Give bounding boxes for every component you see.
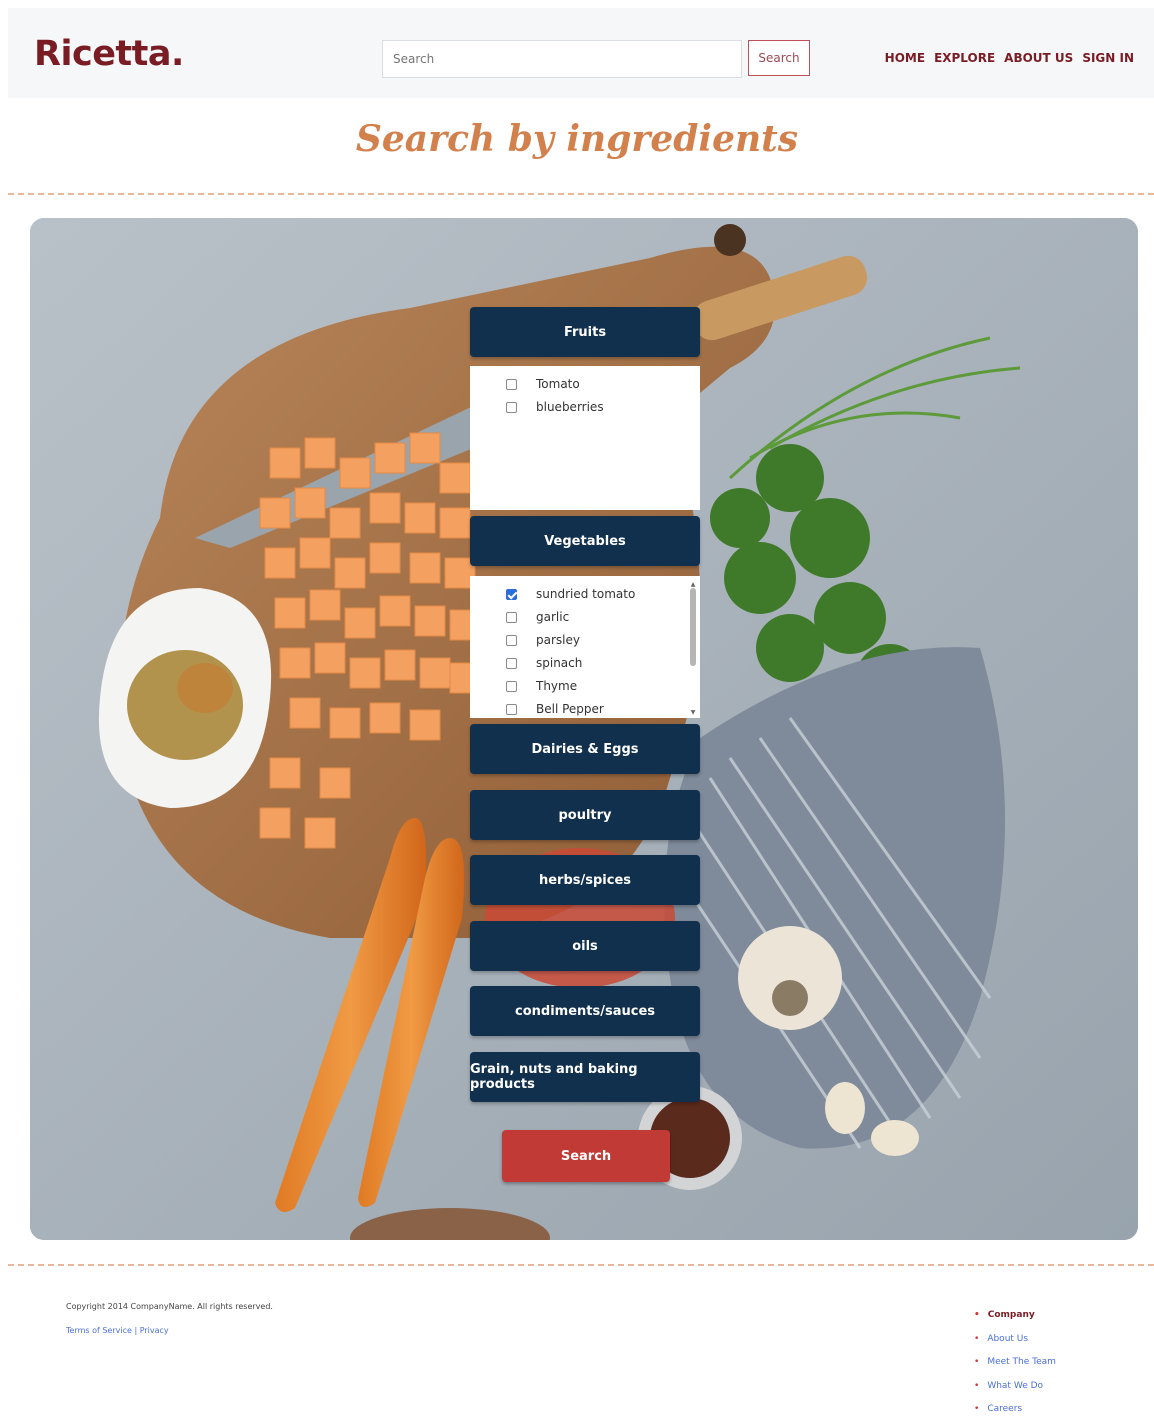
copyright-text: Copyright 2014 CompanyName. All rights r…: [66, 1302, 273, 1311]
ingredient-option[interactable]: Thyme: [506, 678, 577, 694]
scroll-thumb[interactable]: [690, 588, 696, 666]
category-grain-nuts-baking-button[interactable]: Grain, nuts and baking products: [470, 1052, 700, 1102]
ingredient-option[interactable]: sundried tomato: [506, 586, 635, 602]
fruits-list-panel: Tomato blueberries: [470, 366, 700, 510]
nav-about-us[interactable]: ABOUT US: [1004, 51, 1073, 65]
nav-home[interactable]: HOME: [885, 51, 925, 65]
ingredient-label: Tomato: [536, 377, 580, 391]
checkbox[interactable]: [506, 680, 517, 692]
ingredient-option[interactable]: Tomato: [506, 376, 580, 392]
bottom-divider: [8, 1264, 1154, 1266]
category-vegetables-button[interactable]: Vegetables: [470, 516, 700, 566]
nav-sign-in[interactable]: SIGN IN: [1082, 51, 1134, 65]
checkbox[interactable]: [506, 378, 517, 390]
ingredient-label: sundried tomato: [536, 587, 636, 601]
nav-explore[interactable]: EXPLORE: [934, 51, 995, 65]
ingredient-option[interactable]: spinach: [506, 655, 582, 671]
category-herbs-spices-button[interactable]: herbs/spices: [470, 855, 700, 905]
category-dairies-eggs-button[interactable]: Dairies & Eggs: [470, 724, 700, 774]
footer-links-heading: Company: [974, 1310, 1056, 1334]
scroll-down-arrow-icon[interactable]: ▼: [689, 710, 697, 716]
site-logo[interactable]: Ricetta.: [34, 34, 184, 74]
top-divider: [8, 193, 1154, 195]
top-header: Ricetta. Search HOME EXPLORE ABOUT US SI…: [8, 8, 1154, 98]
checkbox[interactable]: [506, 657, 517, 669]
ingredient-option[interactable]: garlic: [506, 609, 569, 625]
footer-link-about-us[interactable]: About Us: [974, 1334, 1056, 1358]
ingredient-label: garlic: [536, 610, 570, 624]
ingredient-label: parsley: [536, 633, 580, 647]
footer-link-careers[interactable]: Careers: [974, 1404, 1056, 1428]
ingredient-label: spinach: [536, 656, 583, 670]
footer-link-what-we-do[interactable]: What We Do: [974, 1381, 1056, 1405]
ingredient-option[interactable]: Bell Pepper: [506, 701, 604, 717]
footer-company-links: Company About Us Meet The Team What We D…: [974, 1310, 1056, 1428]
main-nav: HOME EXPLORE ABOUT US SIGN IN: [885, 51, 1134, 65]
page-title: Search by ingredients: [355, 118, 799, 160]
ingredient-label: Bell Pepper: [536, 702, 604, 716]
panel-scrollbar[interactable]: ▲ ▼: [689, 582, 697, 716]
checkbox[interactable]: [506, 703, 517, 715]
terms-privacy-link[interactable]: Terms of Service | Privacy: [66, 1326, 169, 1335]
category-condiments-sauces-button[interactable]: condiments/sauces: [470, 986, 700, 1036]
footer-link-meet-the-team[interactable]: Meet The Team: [974, 1357, 1056, 1381]
search-input[interactable]: [382, 40, 742, 78]
header-search-button[interactable]: Search: [748, 40, 810, 76]
category-poultry-button[interactable]: poultry: [470, 790, 700, 840]
checkbox[interactable]: [506, 634, 517, 646]
category-fruits-button[interactable]: Fruits: [470, 307, 700, 357]
checkbox[interactable]: [506, 401, 517, 413]
checkbox-checked[interactable]: [506, 588, 517, 600]
ingredient-option[interactable]: blueberries: [506, 399, 604, 415]
vegetables-list-panel: sundried tomato garlic parsley spinach T…: [470, 576, 700, 718]
ingredient-label: Thyme: [536, 679, 578, 693]
ingredient-label: blueberries: [536, 400, 604, 414]
category-oils-button[interactable]: oils: [470, 921, 700, 971]
checkbox[interactable]: [506, 611, 517, 623]
ingredient-search-button[interactable]: Search: [502, 1130, 670, 1182]
ingredient-option[interactable]: parsley: [506, 632, 580, 648]
